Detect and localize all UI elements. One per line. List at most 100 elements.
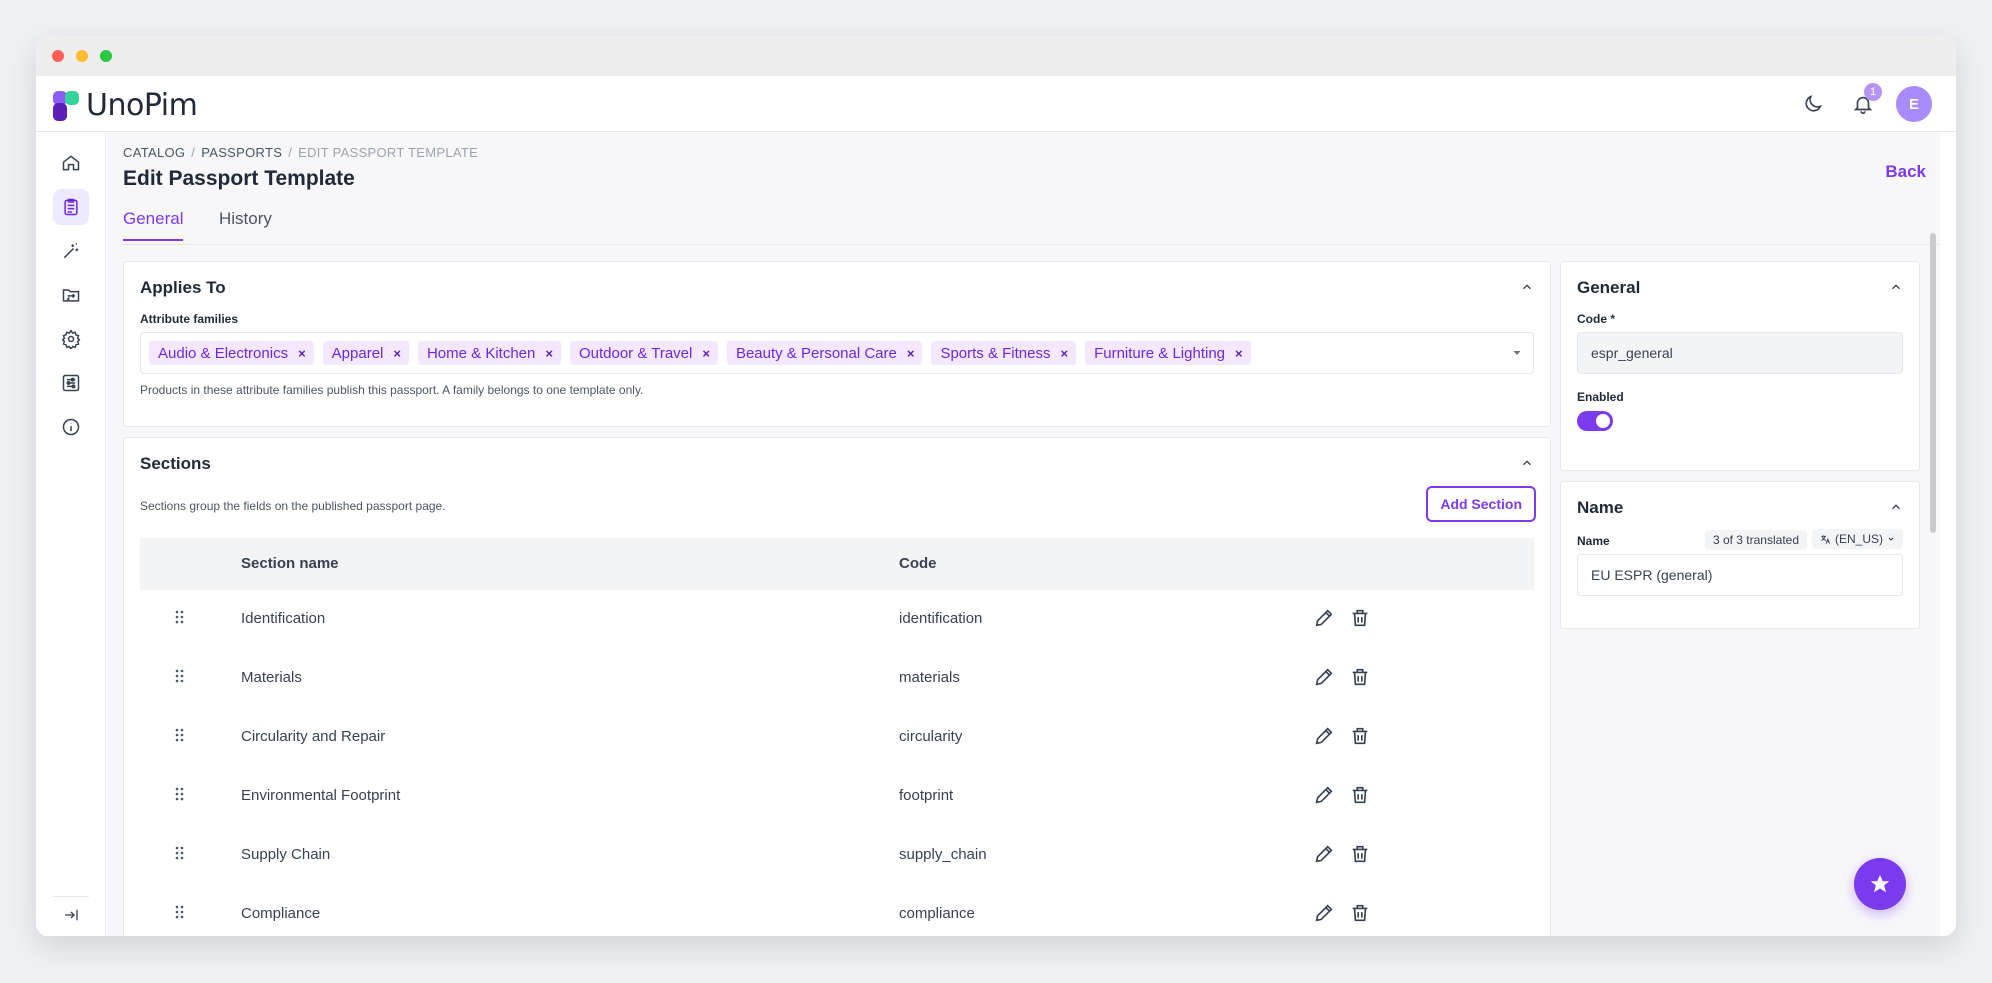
family-chip: Home & Kitchen × <box>417 341 561 365</box>
add-section-button[interactable]: Add Section <box>1426 486 1536 522</box>
pencil-icon[interactable] <box>1313 843 1335 865</box>
family-chip: Beauty & Personal Care × <box>726 341 923 365</box>
chevron-down-icon <box>1888 537 1894 541</box>
remove-chip-button[interactable]: × <box>545 346 553 361</box>
section-name-cell: Supply Chain <box>241 846 331 863</box>
name-field[interactable]: EU ESPR (general) <box>1577 554 1903 596</box>
trash-icon[interactable] <box>1349 843 1371 865</box>
page-title: Edit Passport Template <box>123 167 355 190</box>
trash-icon[interactable] <box>1349 902 1371 924</box>
drag-handle-icon[interactable] <box>174 787 186 801</box>
chevron-up-icon[interactable] <box>1889 500 1903 514</box>
remove-chip-button[interactable]: × <box>393 346 401 361</box>
section-name-cell: Environmental Footprint <box>241 787 401 804</box>
sidebar-item-catalog[interactable] <box>53 189 89 225</box>
maximize-window-button[interactable] <box>100 50 112 62</box>
sidebar-item-data-transfer[interactable] <box>53 277 89 313</box>
close-window-button[interactable] <box>52 50 64 62</box>
top-bar: UnoPim 1 E <box>36 76 1956 132</box>
remove-chip-button[interactable]: × <box>1061 346 1069 361</box>
notifications-button[interactable]: 1 <box>1846 83 1882 121</box>
drag-handle-icon[interactable] <box>174 728 186 742</box>
tab-bar: General History <box>123 209 1940 245</box>
dark-mode-toggle[interactable] <box>1796 87 1830 121</box>
topbar-actions: 1 E <box>1796 83 1932 122</box>
drag-handle-icon[interactable] <box>174 610 186 624</box>
remove-chip-button[interactable]: × <box>907 346 915 361</box>
tab-general[interactable]: General <box>123 209 184 241</box>
drag-handle-icon[interactable] <box>174 846 186 860</box>
section-code-cell: identification <box>899 610 983 627</box>
section-code-cell: supply_chain <box>899 846 987 863</box>
locale-switcher[interactable]: (EN_US) <box>1811 529 1903 549</box>
section-name-cell: Circularity and Repair <box>241 728 386 745</box>
drag-handle-icon[interactable] <box>174 905 186 919</box>
breadcrumb: CATALOG / PASSPORTS / EDIT PASSPORT TEMPLATE <box>123 145 479 160</box>
table-header: Section name Code <box>140 538 1534 590</box>
applies-to-title: Applies To <box>140 278 226 297</box>
home-icon <box>62 155 80 171</box>
pencil-icon[interactable] <box>1313 902 1335 924</box>
minimize-window-button[interactable] <box>76 50 88 62</box>
breadcrumb-passports[interactable]: PASSPORTS <box>201 145 282 160</box>
column-section-name: Section name <box>241 555 339 572</box>
user-avatar[interactable]: E <box>1896 86 1932 122</box>
remove-chip-button[interactable]: × <box>1235 346 1243 361</box>
sidebar-item-help[interactable] <box>53 409 89 445</box>
sidebar-item-magic[interactable] <box>53 233 89 269</box>
sidebar-item-configuration[interactable] <box>53 365 89 401</box>
translation-count-badge: 3 of 3 translated <box>1704 530 1807 550</box>
family-chip: Apparel × <box>322 341 409 365</box>
pencil-icon[interactable] <box>1313 725 1335 747</box>
sidebar-item-settings[interactable] <box>53 321 89 357</box>
section-name-cell: Materials <box>241 669 302 686</box>
table-row: Compliance compliance <box>140 885 1534 936</box>
back-link[interactable]: Back <box>1885 162 1926 182</box>
pencil-icon[interactable] <box>1313 666 1335 688</box>
name-panel: Name Name 3 of 3 translated (EN_US) EU E… <box>1560 481 1920 629</box>
remove-chip-button[interactable]: × <box>298 346 306 361</box>
logo-mark-icon <box>53 90 79 121</box>
family-chip: Outdoor & Travel × <box>569 341 718 365</box>
family-chip: Furniture & Lighting × <box>1085 341 1251 365</box>
attribute-families-help: Products in these attribute families pub… <box>140 383 644 397</box>
page-scrollbar[interactable] <box>1930 233 1936 533</box>
trash-icon[interactable] <box>1349 607 1371 629</box>
name-title: Name <box>1577 498 1624 517</box>
favorite-fab-button[interactable] <box>1854 858 1906 910</box>
attribute-families-select[interactable]: Audio & Electronics × Apparel × Home & Kit… <box>140 332 1534 374</box>
magic-wand-icon <box>63 242 79 259</box>
pencil-icon[interactable] <box>1313 784 1335 806</box>
trash-icon[interactable] <box>1349 666 1371 688</box>
family-chip: Audio & Electronics × <box>149 341 314 365</box>
sections-title: Sections <box>140 454 211 473</box>
sidebar-item-dashboard[interactable] <box>53 145 89 181</box>
notification-count-badge: 1 <box>1864 83 1882 101</box>
tab-history[interactable]: History <box>219 209 272 239</box>
catalog-icon <box>64 198 78 216</box>
enabled-toggle[interactable] <box>1577 411 1613 431</box>
chevron-up-icon[interactable] <box>1889 280 1903 294</box>
chevron-up-icon[interactable] <box>1520 280 1534 294</box>
applies-to-panel: Applies To Attribute families Audio & El… <box>123 261 1551 427</box>
chip-label: Beauty & Personal Care <box>735 344 897 362</box>
breadcrumb-catalog[interactable]: CATALOG <box>123 145 185 160</box>
pencil-icon[interactable] <box>1313 607 1335 629</box>
trash-icon[interactable] <box>1349 784 1371 806</box>
chevron-down-icon[interactable] <box>1511 347 1523 359</box>
trash-icon[interactable] <box>1349 725 1371 747</box>
sections-description: Sections group the fields on the publish… <box>140 499 446 513</box>
window-titlebar <box>36 36 1956 76</box>
table-row: Circularity and Repair circularity <box>140 708 1534 767</box>
code-field[interactable]: espr_general <box>1577 332 1903 374</box>
remove-chip-button[interactable]: × <box>702 346 710 361</box>
chevron-up-icon[interactable] <box>1520 456 1534 470</box>
collapse-sidebar-button[interactable] <box>53 896 89 932</box>
table-row: Materials materials <box>140 649 1534 708</box>
attribute-families-label: Attribute families <box>140 312 239 326</box>
app-logo[interactable]: UnoPim <box>52 88 198 123</box>
translate-icon <box>1821 534 1831 544</box>
chip-label: Audio & Electronics <box>158 344 289 362</box>
table-row: Environmental Footprint footprint <box>140 767 1534 826</box>
drag-handle-icon[interactable] <box>174 669 186 683</box>
